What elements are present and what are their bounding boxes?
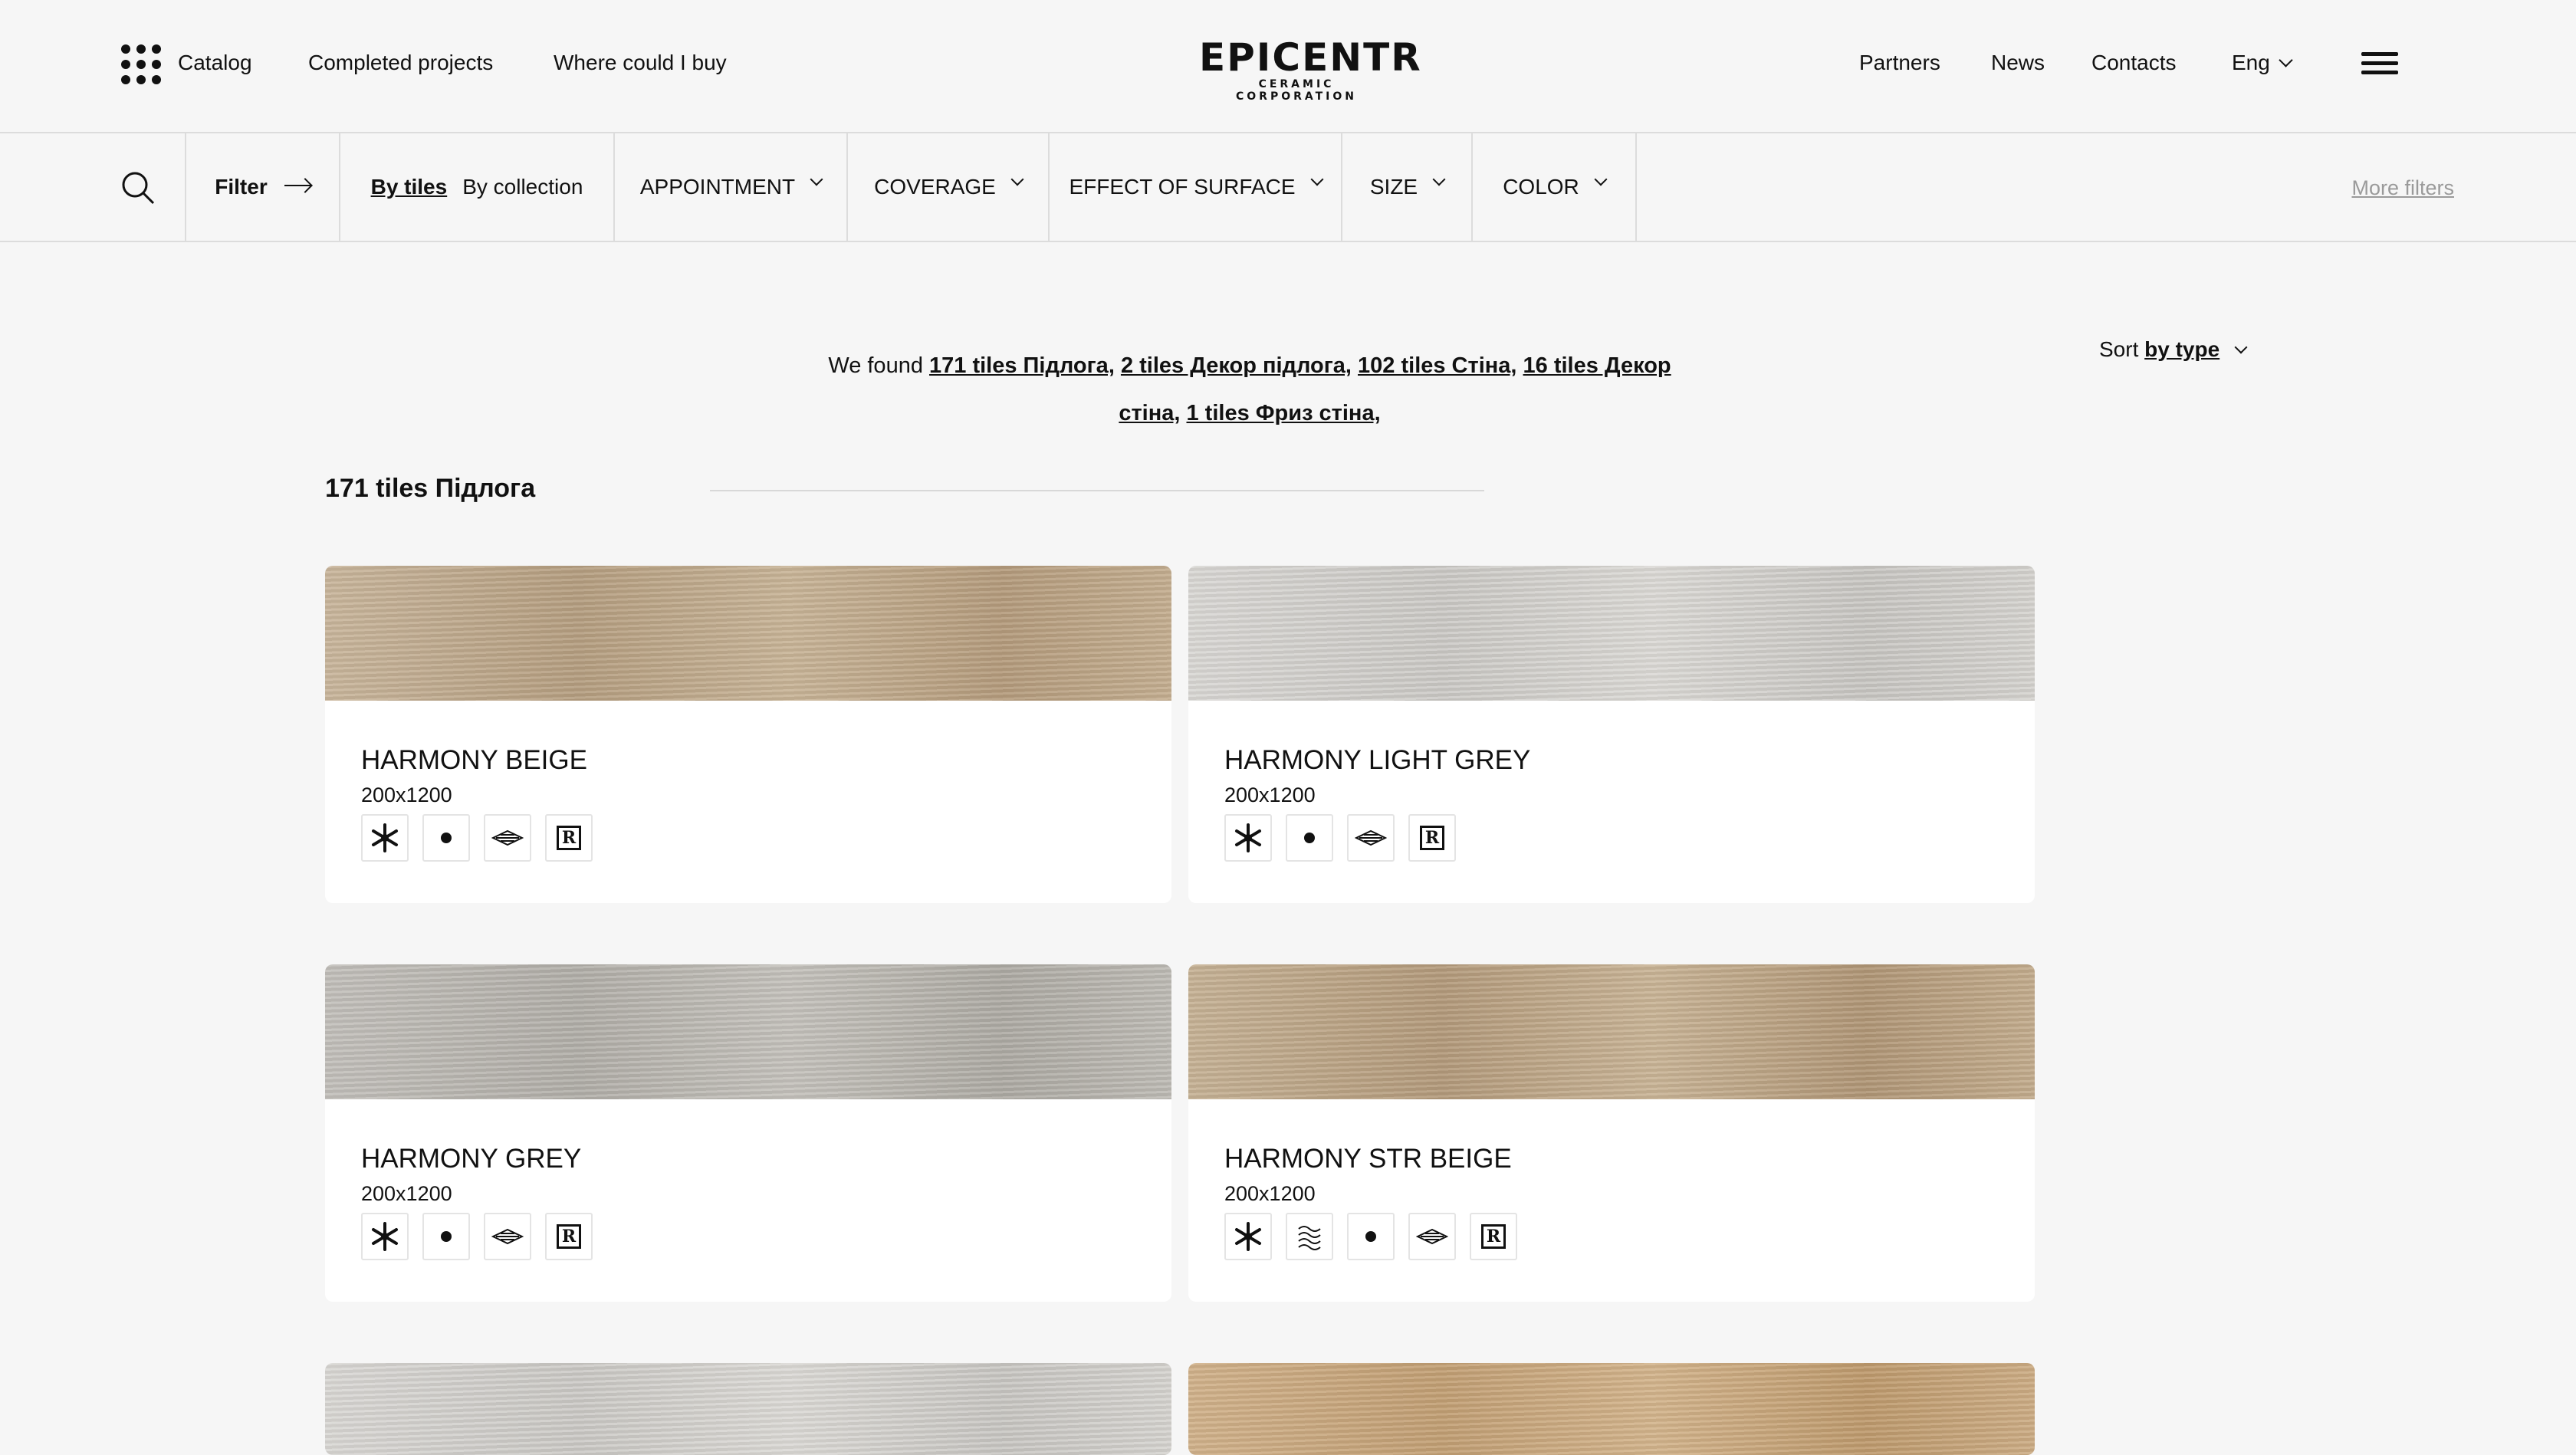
dot-icon <box>422 814 470 862</box>
product-image <box>325 566 1171 701</box>
product-card[interactable]: HARMONY STR BEIGE 200x1200 R <box>1188 964 2035 1302</box>
language-selector[interactable]: Eng <box>2232 51 2293 75</box>
product-size: 200x1200 <box>361 1182 452 1205</box>
chevron-down-icon <box>2279 53 2293 67</box>
filter-label: Filter <box>215 175 268 199</box>
product-name: HARMONY BEIGE <box>361 745 587 775</box>
r-icon: R <box>545 1213 593 1260</box>
logo-main-text: EPICENTR <box>1199 35 1422 80</box>
tab-by-tiles[interactable]: By tiles <box>371 175 448 199</box>
hamburger-menu-icon[interactable] <box>2361 52 2398 78</box>
product-image <box>1188 964 2035 1099</box>
pattern-icon <box>484 1213 531 1260</box>
snowflake-icon <box>361 814 409 862</box>
section-title: 171 tiles Підлога <box>325 474 536 503</box>
snowflake-icon <box>361 1213 409 1260</box>
dropdown-coverage[interactable]: COVERAGE <box>848 133 1050 241</box>
product-size: 200x1200 <box>361 783 452 806</box>
section-divider <box>710 490 1484 491</box>
pattern-icon <box>1347 814 1395 862</box>
top-header: Catalog Completed projects Where could I… <box>0 0 2576 133</box>
filter-bar: Filter By tiles By collection APPOINTMEN… <box>0 133 2576 242</box>
product-card[interactable]: HARMONY BEIGE 200x1200 R <box>325 566 1171 903</box>
chevron-down-icon <box>1594 172 1608 186</box>
product-card[interactable]: HARMONY GREY 200x1200 R <box>325 964 1171 1302</box>
effect-of-surface-label: EFFECT OF SURFACE <box>1069 175 1296 199</box>
chevron-down-icon <box>1310 172 1324 186</box>
size-label: SIZE <box>1369 175 1418 199</box>
nav-news[interactable]: News <box>1991 51 2045 75</box>
dropdown-effect-of-surface[interactable]: EFFECT OF SURFACE <box>1050 133 1342 241</box>
found-prefix: We found <box>828 353 923 378</box>
tab-by-collection[interactable]: By collection <box>462 175 583 199</box>
nav-completed-projects[interactable]: Completed projects <box>308 51 493 75</box>
logo[interactable]: EPICENTR CERAMIC CORPORATION <box>1199 35 1422 103</box>
found-link-wall-frieze[interactable]: 1 tiles Фриз стіна, <box>1187 401 1381 425</box>
r-icon: R <box>1470 1213 1517 1260</box>
found-link-floor-decor[interactable]: 2 tiles Декор підлога, <box>1121 353 1352 378</box>
product-card[interactable]: HARMONY LIGHT GREY 200x1200 R <box>1188 566 2035 903</box>
snowflake-icon <box>1224 814 1272 862</box>
product-image <box>1188 1363 2035 1455</box>
view-toggle: By tiles By collection <box>340 133 615 241</box>
nav-partners[interactable]: Partners <box>1859 51 1940 75</box>
dropdown-appointment[interactable]: APPOINTMENT <box>615 133 848 241</box>
found-link-wall[interactable]: 102 tiles Стіна, <box>1358 353 1516 378</box>
filter-button[interactable]: Filter <box>185 133 340 241</box>
structure-icon <box>1286 1213 1333 1260</box>
chevron-down-icon <box>810 172 823 186</box>
pattern-icon <box>484 814 531 862</box>
dropdown-size[interactable]: SIZE <box>1342 133 1473 241</box>
search-cell <box>0 133 186 241</box>
sort-value: by type <box>2144 337 2220 361</box>
arrow-right-icon <box>284 185 310 186</box>
nav-catalog[interactable]: Catalog <box>178 51 252 75</box>
product-feature-icons: R <box>361 1213 606 1260</box>
nav-where-buy[interactable]: Where could I buy <box>554 51 727 75</box>
product-card[interactable] <box>1188 1363 2035 1455</box>
product-name: HARMONY LIGHT GREY <box>1224 745 1531 775</box>
logo-sub-text: CERAMIC CORPORATION <box>1235 78 1358 103</box>
sort-label: Sort <box>2099 337 2139 361</box>
product-name: HARMONY GREY <box>361 1144 582 1174</box>
product-image <box>1188 566 2035 701</box>
appointment-label: APPOINTMENT <box>639 175 796 199</box>
nav-contacts[interactable]: Contacts <box>2091 51 2177 75</box>
product-feature-icons: R <box>1224 1213 1531 1260</box>
product-image <box>325 1363 1171 1455</box>
product-feature-icons: R <box>361 814 606 862</box>
chevron-down-icon <box>2234 340 2248 354</box>
chevron-down-icon <box>1432 172 1446 186</box>
pattern-icon <box>1408 1213 1456 1260</box>
dot-icon <box>1347 1213 1395 1260</box>
dot-icon <box>422 1213 470 1260</box>
dot-icon <box>1286 814 1333 862</box>
product-name: HARMONY STR BEIGE <box>1224 1144 1512 1174</box>
dropdown-color[interactable]: COLOR <box>1473 133 1637 241</box>
sort-dropdown[interactable]: Sort by type <box>2099 337 2248 362</box>
results-summary: We found 171 tiles Підлога, 2 tiles Деко… <box>828 342 1671 437</box>
product-feature-icons: R <box>1224 814 1470 862</box>
product-image <box>325 964 1171 1099</box>
language-label: Eng <box>2232 51 2270 74</box>
coverage-label: COVERAGE <box>874 175 996 199</box>
chevron-down-icon <box>1010 172 1024 186</box>
product-size: 200x1200 <box>1224 1182 1316 1205</box>
more-filters-link[interactable]: More filters <box>2351 176 2454 200</box>
product-card[interactable] <box>325 1363 1171 1455</box>
snowflake-icon <box>1224 1213 1272 1260</box>
product-size: 200x1200 <box>1224 783 1316 806</box>
found-link-floor[interactable]: 171 tiles Підлога, <box>929 353 1115 378</box>
color-label: COLOR <box>1503 175 1579 199</box>
r-icon: R <box>545 814 593 862</box>
grid-menu-icon[interactable] <box>121 44 161 84</box>
r-icon: R <box>1408 814 1456 862</box>
